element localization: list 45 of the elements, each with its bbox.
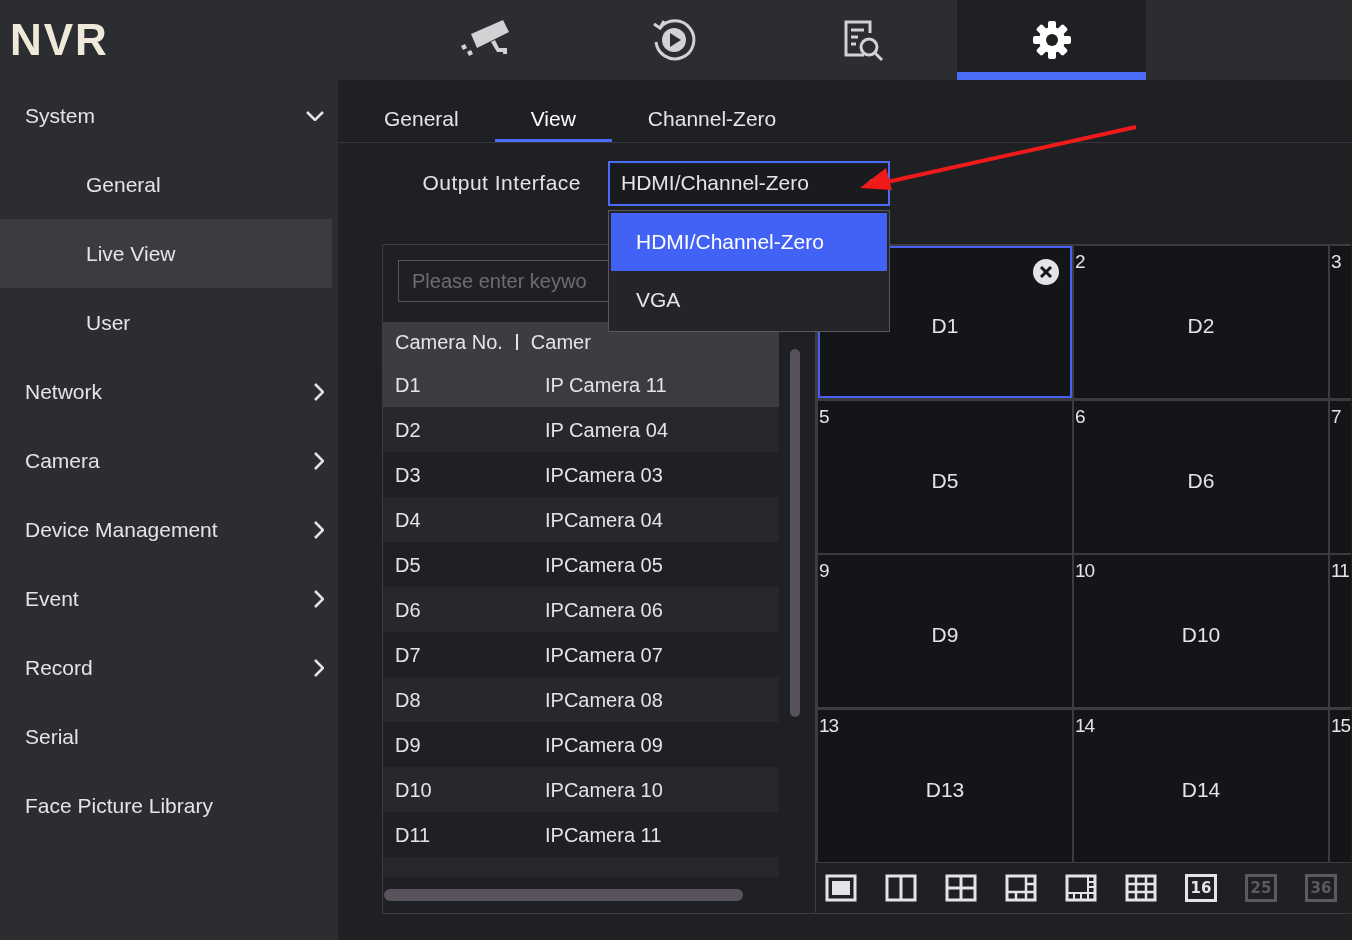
table-cell-text: IP Camera 11 — [545, 372, 667, 398]
table-cell-text: IPCamera 06 — [545, 597, 663, 623]
table-cell-text: IPCamera 10 — [545, 777, 663, 803]
channel-label: D5 — [930, 467, 960, 494]
table-cell-text: IPCamera 07 — [545, 642, 663, 668]
channel-label: D10 — [1180, 622, 1222, 648]
cell-number: 7 — [1331, 404, 1341, 429]
table-cell-text: D6 — [394, 597, 422, 623]
table-cell-text: IPCamera 11 — [545, 822, 662, 848]
cell-number: 6 — [1075, 404, 1085, 429]
cell-number: 10 — [1075, 559, 1095, 583]
channel-label: D9 — [930, 622, 960, 648]
cell-number: 14 — [1075, 713, 1095, 738]
cell-number: 5 — [819, 404, 829, 429]
table-cell-text: D1 — [394, 372, 422, 398]
column-header: Camera No. — [394, 330, 503, 355]
logo: NVR — [10, 14, 109, 66]
table-cell-text: D11 — [394, 822, 432, 848]
table-cell-text: IPCamera 05 — [545, 552, 663, 578]
table-cell-text: D9 — [394, 732, 422, 758]
table-cell-text: D5 — [394, 552, 422, 578]
cell-number: 15 — [1331, 713, 1351, 738]
table-cell-text: D3 — [394, 462, 422, 488]
table-cell-text: D8 — [394, 687, 422, 713]
channel-label: D14 — [1180, 776, 1222, 803]
table-cell-text: D7 — [394, 642, 422, 668]
channel-label: D2 — [1186, 313, 1216, 339]
cell-number: 13 — [819, 713, 839, 738]
table-cell-text: D4 — [394, 507, 422, 533]
cell-number: 9 — [819, 559, 829, 583]
table-cell-text: IPCamera 09 — [545, 732, 663, 758]
cell-number: 11 — [1331, 559, 1349, 583]
channel-label: D1 — [930, 313, 960, 339]
cell-number: 2 — [1075, 250, 1085, 274]
channel-label: D13 — [924, 776, 966, 803]
table-cell-text: D10 — [394, 777, 433, 803]
table-cell-text: IPCamera 03 — [545, 462, 663, 488]
table-cell-text: IPCamera 04 — [545, 507, 663, 533]
field-label: Output Interface — [421, 170, 582, 197]
table-cell-text: IPCamera 08 — [545, 687, 663, 713]
channel-label: D6 — [1186, 467, 1216, 494]
table-cell-text: IP Camera 04 — [545, 417, 669, 443]
table-cell-text: D2 — [394, 417, 422, 443]
cell-number: 3 — [1331, 250, 1341, 274]
column-header: Camer — [530, 330, 591, 355]
